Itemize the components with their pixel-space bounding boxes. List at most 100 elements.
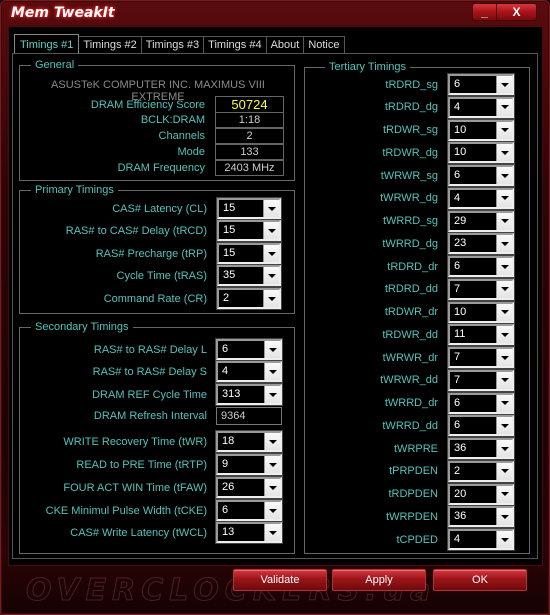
dropdown-button[interactable]	[496, 303, 512, 321]
close-button[interactable]: X	[497, 3, 537, 21]
timing-select[interactable]: 7	[448, 369, 514, 391]
timing-label: tRDRD_dr	[387, 260, 438, 273]
dropdown-button[interactable]	[496, 98, 512, 116]
timing-select[interactable]: 4	[448, 96, 514, 118]
title-bar[interactable]: Mem TweakIt _ X	[1, 1, 549, 27]
chevron-down-icon	[268, 462, 277, 467]
timing-select[interactable]: 13	[216, 522, 282, 543]
dropdown-button[interactable]	[496, 212, 512, 230]
dropdown-button[interactable]	[496, 280, 512, 298]
timing-select[interactable]: 2	[448, 460, 514, 482]
dropdown-button[interactable]	[496, 440, 512, 457]
timing-select[interactable]: 36	[448, 506, 514, 528]
tab-timings-3[interactable]: Timings #3	[141, 36, 205, 54]
timing-select[interactable]: 15	[217, 198, 281, 219]
dropdown-button[interactable]	[263, 245, 279, 262]
combo-value: 13	[222, 526, 235, 538]
chevron-down-icon	[500, 82, 509, 87]
timing-select[interactable]: 36	[448, 438, 514, 459]
timing-select[interactable]: 29	[448, 210, 514, 232]
timing-select[interactable]: 35	[217, 265, 281, 286]
tertiary-timing-row: tWRRD_dd 6	[306, 415, 514, 437]
timing-select[interactable]: 10	[448, 119, 514, 141]
combo-value: 6	[454, 396, 461, 409]
dropdown-button[interactable]	[263, 200, 279, 217]
chevron-down-icon	[268, 347, 277, 352]
chevron-down-icon	[268, 369, 277, 374]
dropdown-button[interactable]	[496, 417, 512, 435]
combo-value: 6	[454, 169, 461, 181]
tab-timings-1[interactable]: Timings #1	[14, 34, 80, 54]
refresh-interval-field[interactable]: 9364	[216, 407, 282, 425]
dropdown-button[interactable]	[496, 326, 512, 344]
dropdown-button[interactable]	[496, 121, 512, 139]
tab-bar: Timings #1 Timings #2 Timings #3 Timings…	[14, 34, 345, 54]
dropdown-button[interactable]	[496, 349, 512, 366]
timing-select[interactable]: 18	[216, 431, 282, 452]
dropdown-button[interactable]	[496, 462, 512, 480]
validate-button[interactable]: Validate	[233, 569, 327, 591]
timing-select[interactable]: 6	[216, 339, 282, 360]
timing-select[interactable]: 6	[448, 256, 514, 277]
close-icon: X	[512, 5, 521, 19]
apply-button[interactable]: Apply	[332, 569, 426, 591]
dropdown-button[interactable]	[264, 386, 280, 403]
dropdown-button[interactable]	[264, 341, 280, 358]
timing-select[interactable]: 2	[217, 288, 281, 309]
timing-select[interactable]: 7	[448, 278, 514, 300]
dropdown-button[interactable]	[496, 485, 512, 503]
dropdown-button[interactable]	[264, 524, 280, 541]
timing-label: tRDPDEN	[388, 488, 438, 500]
tab-notice[interactable]: Notice	[304, 36, 345, 54]
dropdown-button[interactable]	[496, 189, 512, 207]
dropdown-button[interactable]	[264, 456, 280, 473]
dropdown-button[interactable]	[496, 258, 512, 275]
dropdown-button[interactable]	[496, 371, 512, 389]
timing-select[interactable]: 6	[448, 165, 514, 186]
dropdown-button[interactable]	[263, 222, 279, 239]
dropdown-button[interactable]	[496, 167, 512, 184]
dropdown-button[interactable]	[264, 502, 280, 519]
timing-select[interactable]: 7	[448, 347, 514, 368]
timing-select[interactable]: 4	[448, 187, 514, 209]
timing-select[interactable]: 6	[448, 392, 514, 414]
tab-about[interactable]: About	[266, 36, 305, 54]
tab-timings-4[interactable]: Timings #4	[204, 36, 267, 54]
timing-select[interactable]: 9	[216, 454, 282, 475]
timing-label: tRDWR_dg	[382, 146, 438, 159]
timing-select[interactable]: 4	[448, 529, 514, 550]
timing-select[interactable]: 6	[216, 500, 282, 521]
dropdown-button[interactable]	[496, 76, 512, 93]
timing-select[interactable]: 6	[448, 415, 514, 437]
efficiency-score-value: 50724	[215, 96, 284, 113]
dropdown-button[interactable]	[264, 363, 280, 380]
timing-select[interactable]: 15	[217, 220, 281, 241]
timing-select[interactable]: 6	[448, 74, 514, 95]
general-field-label: DRAM Efficiency Score	[90, 98, 205, 111]
minimize-button[interactable]: _	[472, 3, 497, 21]
primary-timing-row: CAS# Latency (CL) 15	[23, 198, 281, 219]
dropdown-button[interactable]	[496, 144, 512, 162]
timing-select[interactable]: 11	[448, 324, 514, 346]
dropdown-button[interactable]	[496, 531, 512, 548]
tab-timings-2[interactable]: Timings #2	[79, 36, 142, 54]
timing-select[interactable]: 20	[448, 483, 514, 505]
dropdown-button[interactable]	[496, 508, 512, 526]
timing-select[interactable]: 4	[216, 361, 282, 382]
timing-select[interactable]: 15	[217, 243, 281, 264]
dropdown-button[interactable]	[263, 290, 279, 307]
timing-select[interactable]: 26	[216, 477, 282, 498]
ok-button[interactable]: OK	[433, 569, 527, 591]
timing-select[interactable]: 313	[216, 384, 282, 405]
timing-select[interactable]: 23	[448, 233, 514, 255]
timing-select[interactable]: 10	[448, 301, 514, 323]
dropdown-button[interactable]	[496, 235, 512, 253]
dropdown-button[interactable]	[264, 433, 280, 450]
dropdown-button[interactable]	[263, 267, 279, 284]
chevron-down-icon	[500, 105, 509, 110]
timing-select[interactable]: 10	[448, 142, 514, 164]
primary-timing-row: RAS# to CAS# Delay (tRCD) 15	[23, 220, 281, 241]
combo-value: 2	[454, 464, 461, 477]
dropdown-button[interactable]	[496, 394, 512, 412]
dropdown-button[interactable]	[264, 479, 280, 496]
